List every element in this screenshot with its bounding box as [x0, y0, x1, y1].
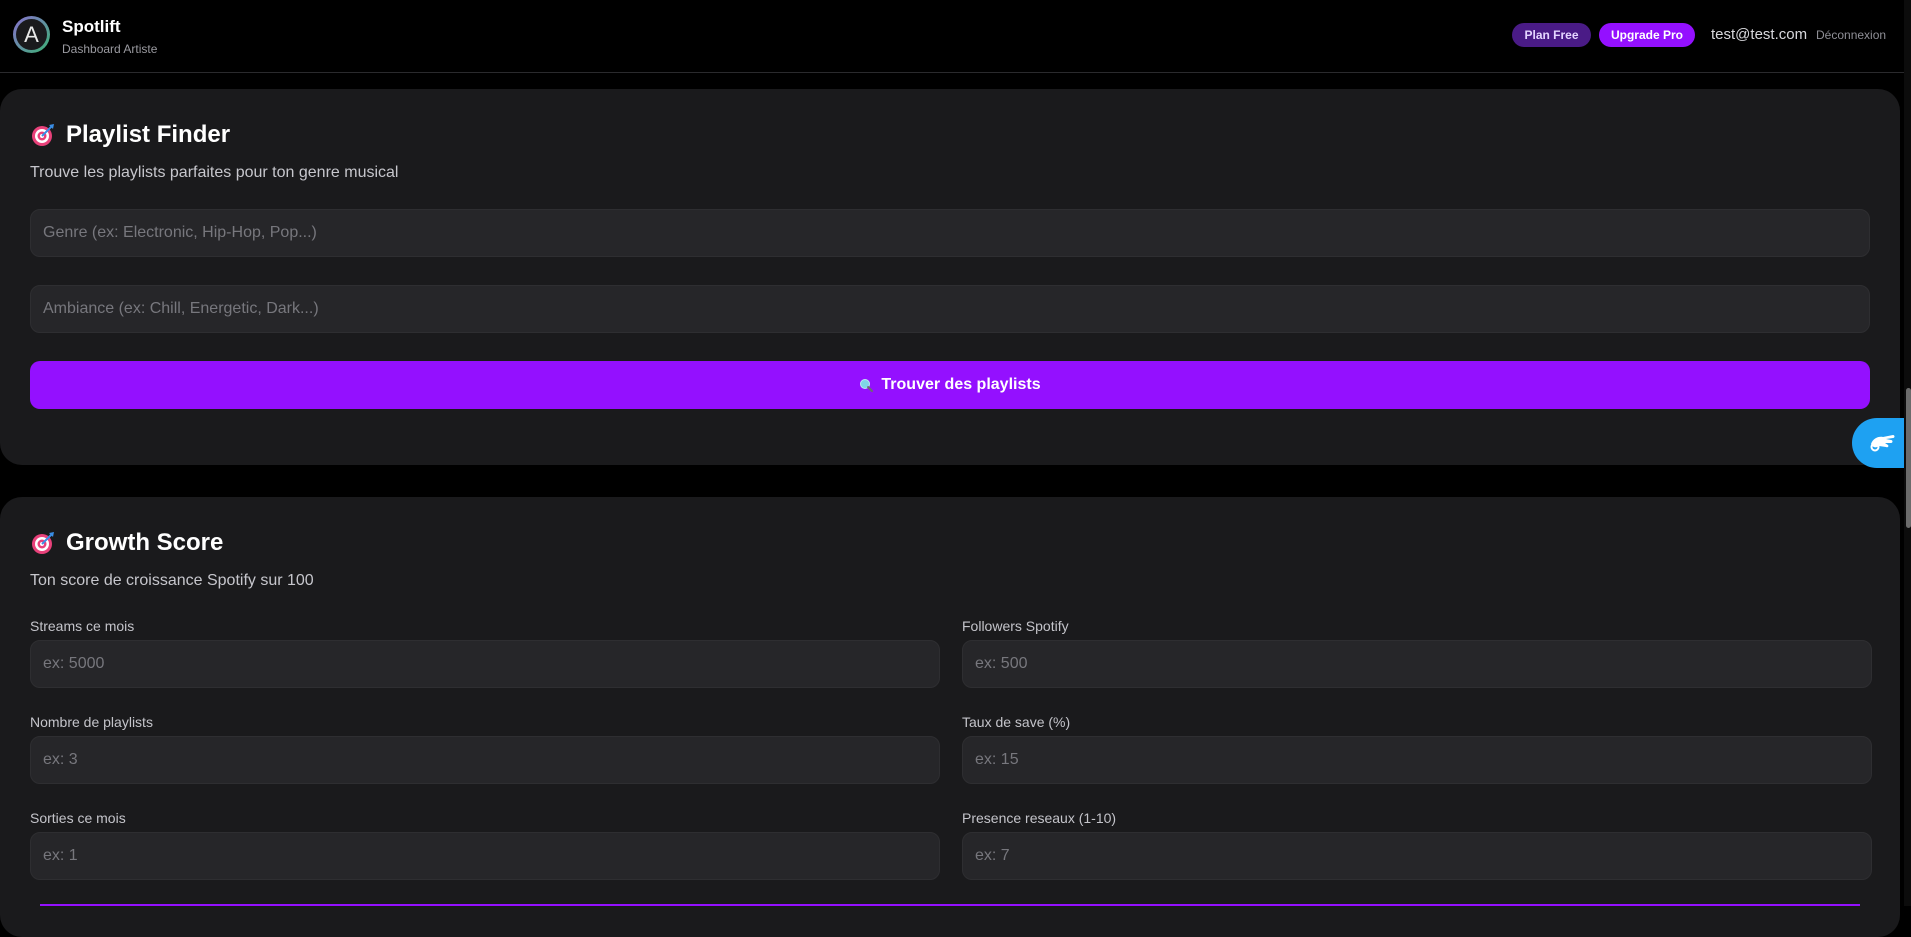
upgrade-pro-button[interactable]: Upgrade Pro	[1599, 23, 1695, 47]
save-rate-label: Taux de save (%)	[962, 714, 1071, 730]
playlist-finder-title: Playlist Finder	[66, 121, 231, 148]
followers-input[interactable]	[962, 640, 1872, 688]
find-playlists-label: Trouver des playlists	[881, 376, 1041, 393]
user-email: test@test.com	[1711, 26, 1808, 43]
hand-pointer-icon	[1867, 428, 1897, 459]
plan-badge: Plan Free	[1512, 23, 1591, 47]
user-avatar[interactable]: A	[13, 16, 50, 53]
page-scrollbar-thumb[interactable]	[1906, 388, 1911, 528]
genre-input[interactable]	[30, 209, 1870, 257]
logout-link[interactable]: Déconnexion	[1816, 28, 1886, 42]
ambiance-input[interactable]	[30, 285, 1870, 333]
playlist-finder-subtitle: Trouve les playlists parfaites pour ton …	[30, 164, 399, 181]
find-playlists-button[interactable]: Trouver des playlists	[30, 361, 1870, 409]
releases-label: Sorties ce mois	[30, 810, 126, 826]
playlists-count-input[interactable]	[30, 736, 940, 784]
social-presence-label: Presence reseaux (1-10)	[962, 810, 1117, 826]
brand-name: Spotlift	[62, 17, 121, 36]
target-icon	[30, 530, 56, 556]
playlists-count-label: Nombre de playlists	[30, 714, 153, 730]
streams-label: Streams ce mois	[30, 618, 135, 634]
playlist-finder-card: Playlist Finder Trouve les playlists par…	[0, 89, 1900, 465]
growth-score-heading: Growth Score	[30, 529, 223, 557]
floating-helper-button[interactable]	[1852, 418, 1911, 468]
streams-input[interactable]	[30, 640, 940, 688]
social-presence-input[interactable]	[962, 832, 1872, 880]
app-header: A Spotlift Dashboard Artiste Plan Free U…	[0, 0, 1911, 73]
followers-label: Followers Spotify	[962, 618, 1069, 634]
target-icon	[30, 122, 56, 148]
avatar-letter: A	[24, 21, 39, 47]
save-rate-input[interactable]	[962, 736, 1872, 784]
playlist-finder-heading: Playlist Finder	[30, 121, 230, 149]
growth-score-title: Growth Score	[66, 529, 224, 556]
search-icon	[859, 378, 874, 393]
growth-score-card: Growth Score Ton score de croissance Spo…	[0, 497, 1900, 937]
releases-input[interactable]	[30, 832, 940, 880]
growth-score-subtitle: Ton score de croissance Spotify sur 100	[30, 572, 314, 589]
brand-subtitle: Dashboard Artiste	[62, 42, 158, 56]
